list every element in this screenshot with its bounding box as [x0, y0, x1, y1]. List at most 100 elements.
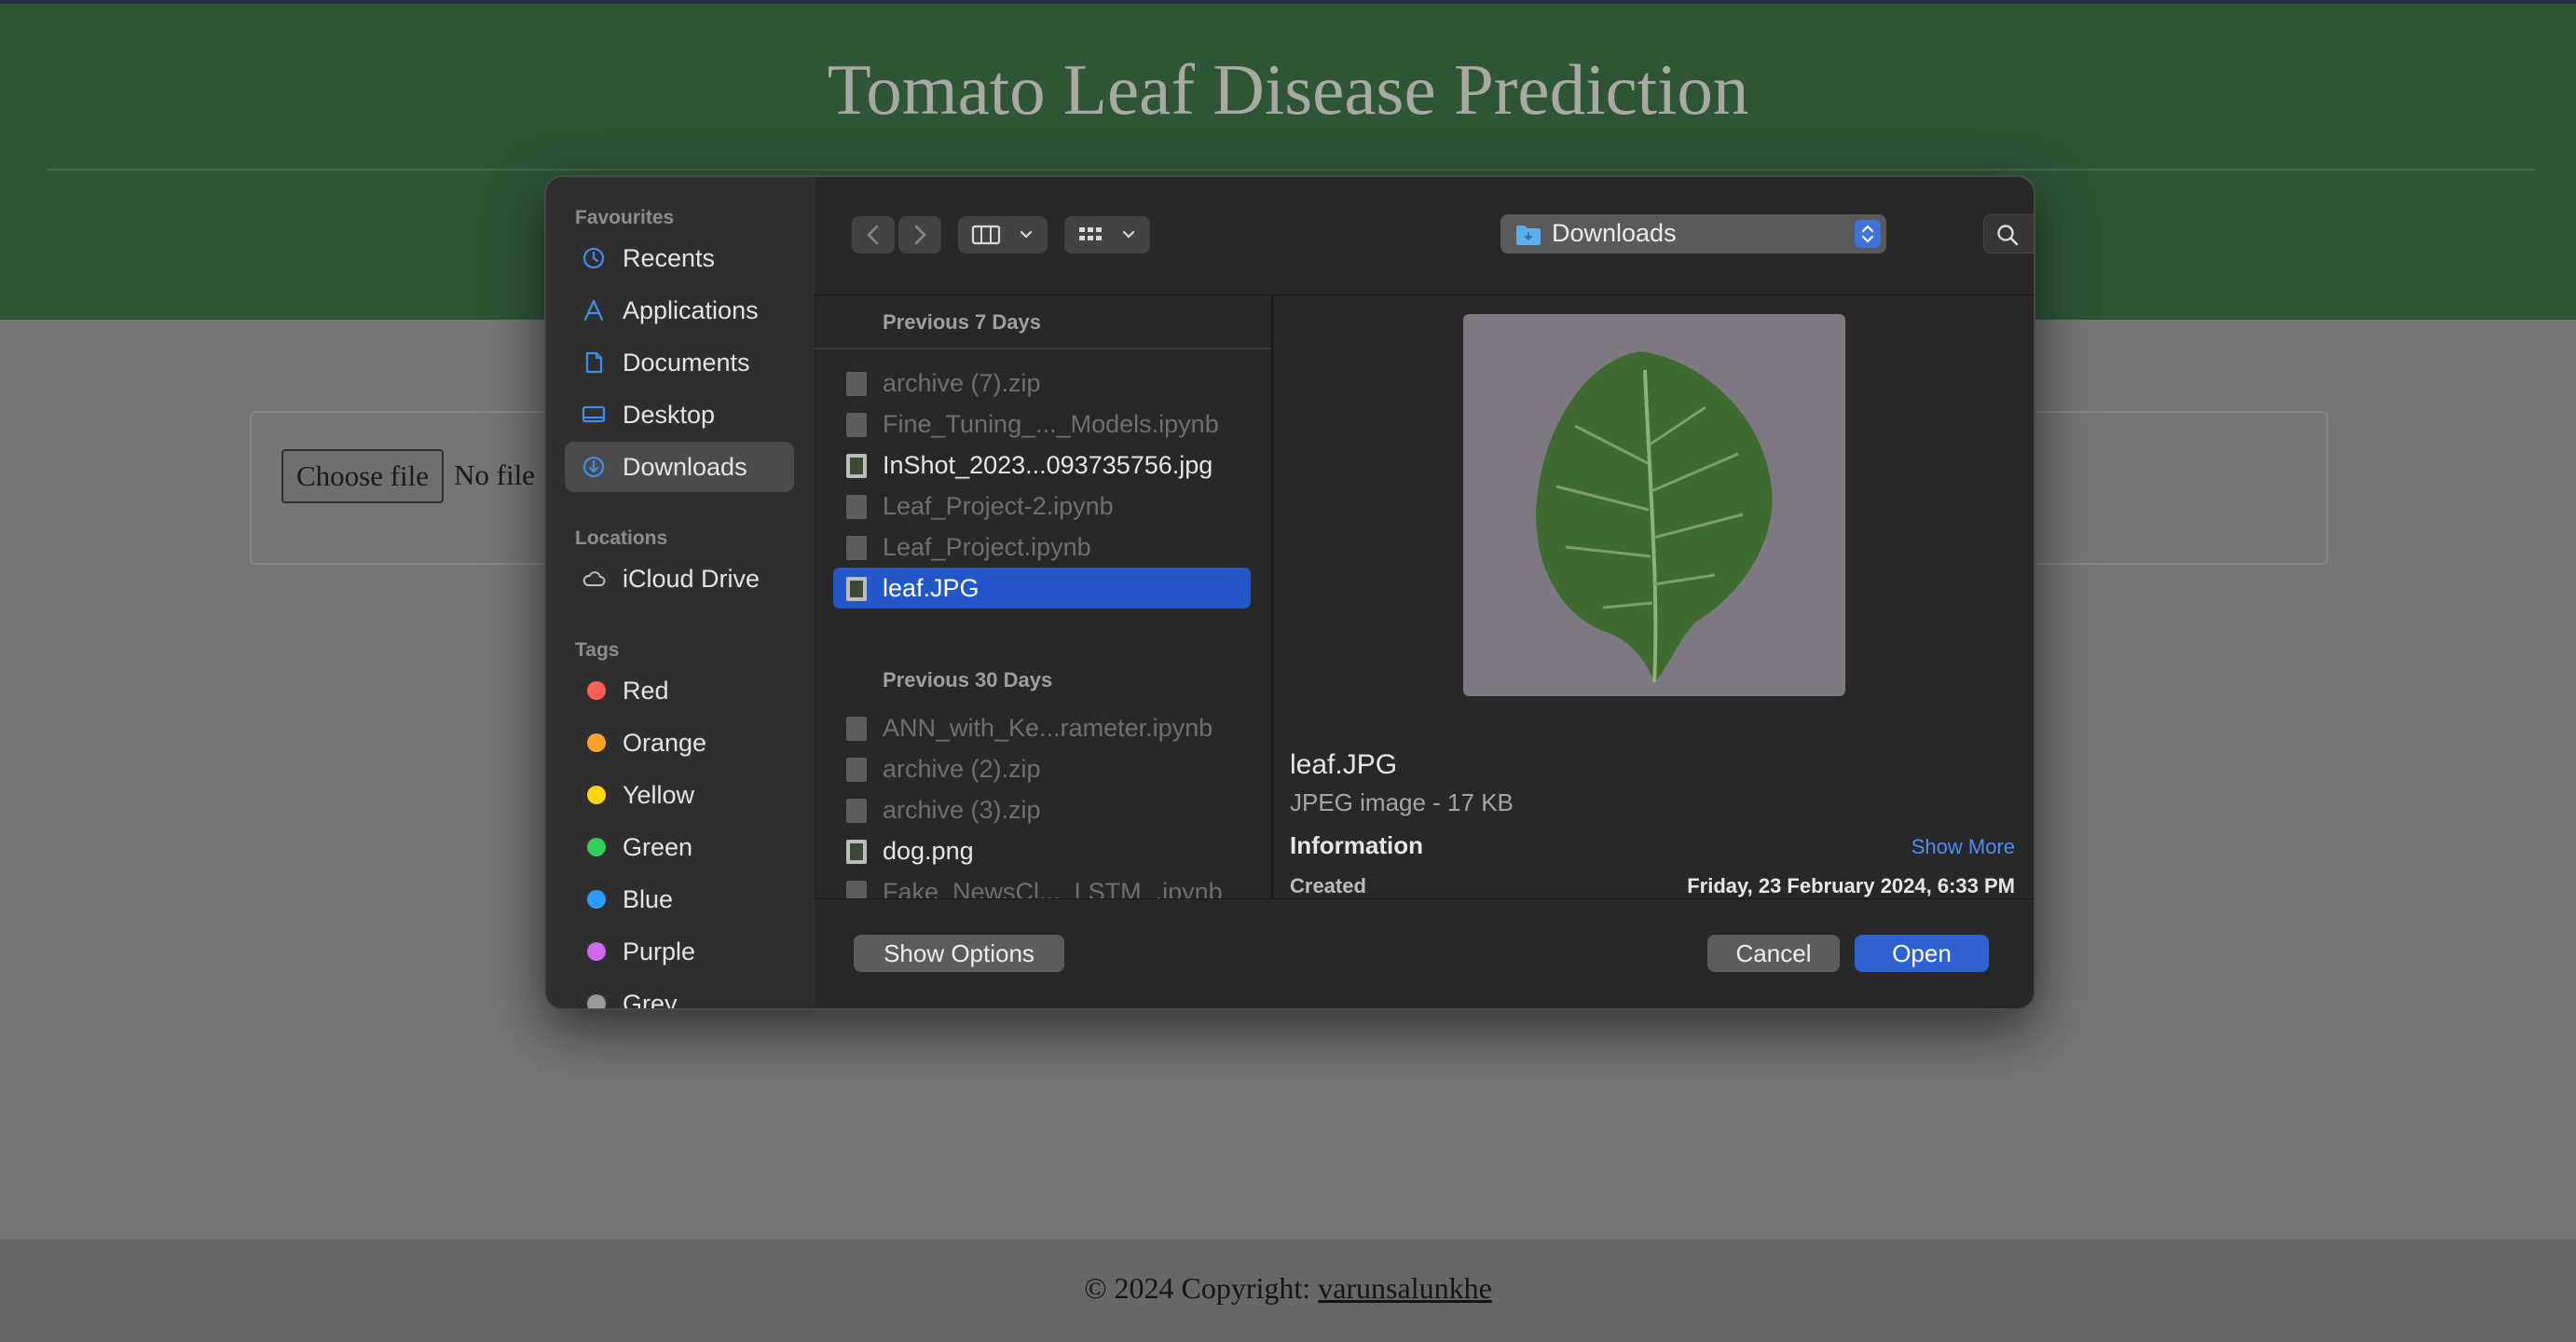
sidebar-item-label: iCloud Drive [623, 565, 760, 593]
sidebar-item-label: Yellow [623, 781, 695, 809]
sidebar-item-icloud-drive[interactable]: iCloud Drive [565, 554, 794, 604]
sidebar-heading-favourites: Favourites [575, 207, 675, 228]
show-options-button[interactable]: Show Options [854, 935, 1064, 972]
view-mode-button[interactable] [958, 216, 1048, 253]
sidebar-item-desktop[interactable]: Desktop [565, 390, 794, 440]
folder-icon [1516, 226, 1541, 245]
sidebar-item-label: Purple [623, 938, 696, 965]
dialog-toolbar: Downloads [815, 177, 2034, 294]
file-name: Fine_Tuning_..._Models.ipynb [883, 410, 1219, 438]
cancel-button[interactable]: Cancel [1707, 935, 1840, 972]
tag-dot-icon [587, 733, 606, 752]
page-title: Tomato Leaf Disease Prediction [827, 49, 1749, 130]
document-icon [846, 799, 867, 823]
info-heading: Information [1290, 831, 1423, 859]
search-icon [1997, 225, 2019, 246]
sidebar-tag-orange[interactable]: Orange [565, 718, 794, 768]
sidebar-item-label: Downloads [623, 453, 747, 481]
sidebar-tag-blue[interactable]: Blue [565, 874, 794, 924]
open-file-dialog: Favourites Recents Applications Document… [544, 175, 2035, 1010]
columns-view-icon [971, 225, 1033, 245]
sidebar-item-label: Grey [623, 990, 678, 1010]
search-field[interactable] [1983, 214, 2034, 253]
file-row[interactable]: dog.png [833, 830, 1251, 871]
document-icon [585, 351, 603, 374]
document-icon [846, 372, 867, 396]
file-row[interactable]: Fine_Tuning_..._Models.ipynb [833, 404, 1251, 445]
footer-copyright: © 2024 Copyright: varunsalunkhe [0, 1271, 2576, 1306]
forward-button[interactable] [898, 216, 941, 253]
dialog-sidebar: Favourites Recents Applications Document… [546, 177, 815, 1008]
sidebar-item-label: Red [623, 677, 669, 705]
header-divider [47, 169, 2535, 171]
tag-dot-icon [587, 994, 606, 1008]
file-list[interactable]: Previous 7 Days archive (7).zip Fine_Tun… [815, 294, 1273, 899]
file-name: InShot_2023...093735756.jpg [883, 451, 1213, 479]
download-icon [582, 456, 605, 478]
created-value: Friday, 23 February 2024, 6:33 PM [1687, 874, 2015, 897]
footer-copyright-text: © 2024 Copyright: [1084, 1271, 1319, 1305]
file-section-header: Previous 7 Days [883, 310, 1041, 334]
search-input[interactable] [2033, 220, 2034, 248]
sidebar-item-label: Desktop [623, 401, 716, 429]
sidebar-item-label: Orange [623, 729, 707, 757]
dialog-bottom-bar: Show Options Cancel Open [815, 898, 2034, 1008]
file-row[interactable]: Fake_NewsCl..._LSTM_.ipynb [833, 871, 1251, 899]
document-icon [846, 495, 867, 519]
tag-dot-icon [587, 681, 606, 700]
sidebar-item-applications[interactable]: Applications [565, 285, 794, 336]
chevron-up-down-icon [1861, 225, 1874, 243]
file-name: archive (3).zip [883, 796, 1041, 824]
sidebar-tag-purple[interactable]: Purple [565, 926, 794, 977]
clock-icon [582, 247, 605, 269]
footer-author-link[interactable]: varunsalunkhe [1318, 1271, 1492, 1305]
file-row-selected[interactable]: leaf.JPG [833, 568, 1251, 609]
open-button[interactable]: Open [1855, 935, 1989, 972]
section-divider [815, 348, 1271, 349]
cloud-icon [582, 571, 606, 586]
location-stepper [1855, 220, 1881, 248]
chevron-right-icon [914, 225, 926, 245]
sidebar-item-documents[interactable]: Documents [565, 337, 794, 388]
tag-dot-icon [587, 942, 606, 961]
file-name: ANN_with_Ke...rameter.ipynb [883, 714, 1213, 742]
preview-file-name: leaf.JPG [1290, 749, 1398, 780]
file-name: leaf.JPG [883, 574, 980, 602]
sidebar-item-label: Green [623, 833, 693, 861]
file-status-label: No file [454, 459, 535, 491]
sidebar-tag-grey[interactable]: Grey [565, 979, 794, 1010]
grid-view-icon [1079, 227, 1135, 240]
file-name: dog.png [883, 837, 974, 865]
sidebar-item-label: Applications [623, 296, 759, 324]
sidebar-tag-red[interactable]: Red [565, 665, 794, 716]
sidebar-tag-green[interactable]: Green [565, 822, 794, 872]
leaf-preview-image [1463, 314, 1845, 696]
sidebar-item-label: Blue [623, 885, 674, 913]
sidebar-heading-tags: Tags [575, 639, 620, 661]
file-row[interactable]: Leaf_Project.ipynb [833, 527, 1251, 568]
back-button[interactable] [852, 216, 895, 253]
file-name: Fake_NewsCl..._LSTM_.ipynb [883, 878, 1223, 899]
file-row[interactable]: InShot_2023...093735756.jpg [833, 445, 1251, 486]
image-icon [846, 840, 867, 864]
location-popup[interactable]: Downloads [1500, 214, 1886, 253]
preview-file-kind: JPEG image - 17 KB [1290, 788, 1514, 816]
sidebar-tag-yellow[interactable]: Yellow [565, 770, 794, 820]
file-row[interactable]: archive (3).zip [833, 789, 1251, 830]
show-more-link[interactable]: Show More [1911, 835, 2015, 859]
document-icon [846, 536, 867, 560]
image-icon [846, 577, 867, 601]
file-name: Leaf_Project.ipynb [883, 533, 1091, 561]
sidebar-item-recents[interactable]: Recents [565, 233, 794, 283]
sidebar-item-downloads[interactable]: Downloads [565, 442, 794, 492]
file-row[interactable]: ANN_with_Ke...rameter.ipynb [833, 707, 1251, 748]
file-name: archive (2).zip [883, 755, 1041, 783]
file-name: archive (7).zip [883, 369, 1041, 397]
file-section-header: Previous 30 Days [883, 668, 1053, 692]
file-row[interactable]: archive (7).zip [833, 363, 1251, 404]
file-row[interactable]: archive (2).zip [833, 748, 1251, 789]
file-row[interactable]: Leaf_Project-2.ipynb [833, 486, 1251, 527]
group-by-button[interactable] [1064, 216, 1150, 253]
choose-file-button[interactable]: Choose file [281, 449, 444, 503]
tag-dot-icon [587, 786, 606, 804]
